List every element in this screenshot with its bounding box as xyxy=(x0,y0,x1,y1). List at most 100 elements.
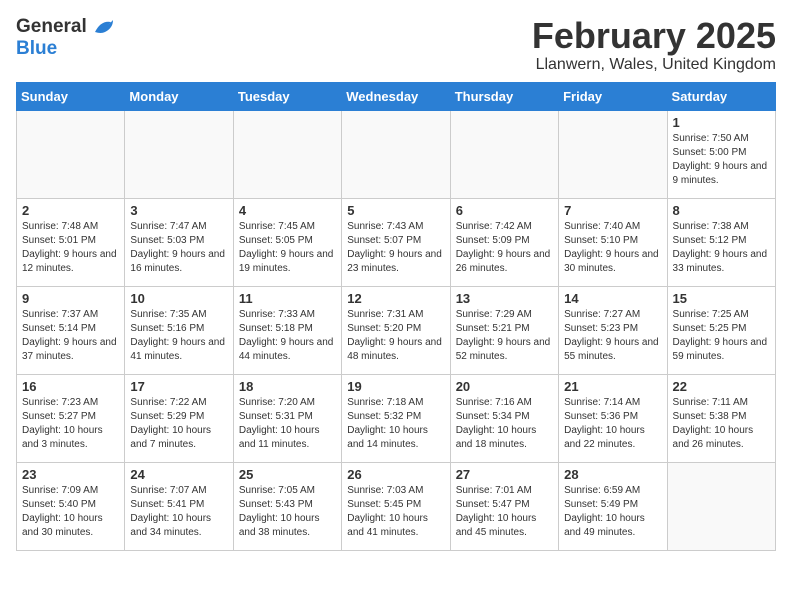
week-row-2: 2 Sunrise: 7:48 AM Sunset: 5:01 PM Daylig… xyxy=(17,198,776,286)
calendar-cell: 3Sunrise: 7:47 AM Sunset: 5:03 PM Daylig… xyxy=(125,198,233,286)
day-number: 4 xyxy=(239,203,336,218)
calendar-cell xyxy=(342,110,450,198)
calendar-cell: 20Sunrise: 7:16 AM Sunset: 5:34 PM Dayli… xyxy=(450,374,558,462)
day-info: Sunrise: 7:48 AM Sunset: 5:01 PM Dayligh… xyxy=(22,220,119,276)
day-info: Sunrise: 7:25 AM Sunset: 5:25 PM Dayligh… xyxy=(673,308,770,364)
logo: General Blue xyxy=(16,16,115,60)
calendar-cell: 15 Sunrise: 7:25 AM Sunset: 5:25 PM Dayli… xyxy=(667,286,775,374)
day-info: Sunrise: 7:09 AM Sunset: 5:40 PM Dayligh… xyxy=(22,484,119,540)
calendar-cell: 17 Sunrise: 7:22 AM Sunset: 5:29 PM Dayli… xyxy=(125,374,233,462)
day-number: 1 xyxy=(673,115,770,130)
calendar-cell: 12 Sunrise: 7:31 AM Sunset: 5:20 PM Dayli… xyxy=(342,286,450,374)
day-info: Sunrise: 7:27 AM Sunset: 5:23 PM Dayligh… xyxy=(564,308,661,364)
calendar-header-row: SundayMondayTuesdayWednesdayThursdayFrid… xyxy=(17,82,776,110)
logo-blue-text: Blue xyxy=(16,38,115,60)
day-info: Sunrise: 7:20 AM Sunset: 5:31 PM Dayligh… xyxy=(239,396,336,452)
calendar-cell xyxy=(559,110,667,198)
day-info: Sunrise: 7:45 AM Sunset: 5:05 PM Dayligh… xyxy=(239,220,336,276)
day-info: Sunrise: 7:43 AM Sunset: 5:07 PM Dayligh… xyxy=(347,220,444,276)
day-info: Sunrise: 7:11 AM Sunset: 5:38 PM Dayligh… xyxy=(673,396,770,452)
week-row-3: 9 Sunrise: 7:37 AM Sunset: 5:14 PM Daylig… xyxy=(17,286,776,374)
calendar-cell: 10 Sunrise: 7:35 AM Sunset: 5:16 PM Dayli… xyxy=(125,286,233,374)
calendar-cell: 25 Sunrise: 7:05 AM Sunset: 5:43 PM Dayli… xyxy=(233,462,341,550)
page-header: General Blue February 2025 Llanwern, Wal… xyxy=(16,16,776,74)
calendar-cell: 13Sunrise: 7:29 AM Sunset: 5:21 PM Dayli… xyxy=(450,286,558,374)
day-number: 26 xyxy=(347,467,444,482)
day-number: 17 xyxy=(130,379,227,394)
day-info: Sunrise: 6:59 AM Sunset: 5:49 PM Dayligh… xyxy=(564,484,661,540)
day-number: 10 xyxy=(130,291,227,306)
day-number: 12 xyxy=(347,291,444,306)
day-info: Sunrise: 7:31 AM Sunset: 5:20 PM Dayligh… xyxy=(347,308,444,364)
day-info: Sunrise: 7:18 AM Sunset: 5:32 PM Dayligh… xyxy=(347,396,444,452)
logo-bird-icon xyxy=(93,18,115,36)
calendar-cell: 28Sunrise: 6:59 AM Sunset: 5:49 PM Dayli… xyxy=(559,462,667,550)
calendar-cell: 7 Sunrise: 7:40 AM Sunset: 5:10 PM Daylig… xyxy=(559,198,667,286)
calendar-cell: 8 Sunrise: 7:38 AM Sunset: 5:12 PM Daylig… xyxy=(667,198,775,286)
day-info: Sunrise: 7:42 AM Sunset: 5:09 PM Dayligh… xyxy=(456,220,553,276)
day-number: 27 xyxy=(456,467,553,482)
calendar-cell: 2 Sunrise: 7:48 AM Sunset: 5:01 PM Daylig… xyxy=(17,198,125,286)
location: Llanwern, Wales, United Kingdom xyxy=(532,56,776,74)
day-info: Sunrise: 7:14 AM Sunset: 5:36 PM Dayligh… xyxy=(564,396,661,452)
day-info: Sunrise: 7:01 AM Sunset: 5:47 PM Dayligh… xyxy=(456,484,553,540)
calendar-cell: 5 Sunrise: 7:43 AM Sunset: 5:07 PM Daylig… xyxy=(342,198,450,286)
calendar-cell xyxy=(17,110,125,198)
day-number: 11 xyxy=(239,291,336,306)
weekday-header-friday: Friday xyxy=(559,82,667,110)
weekday-header-wednesday: Wednesday xyxy=(342,82,450,110)
day-number: 20 xyxy=(456,379,553,394)
day-info: Sunrise: 7:05 AM Sunset: 5:43 PM Dayligh… xyxy=(239,484,336,540)
calendar-cell: 18Sunrise: 7:20 AM Sunset: 5:31 PM Dayli… xyxy=(233,374,341,462)
day-number: 22 xyxy=(673,379,770,394)
day-info: Sunrise: 7:50 AM Sunset: 5:00 PM Dayligh… xyxy=(673,132,770,188)
calendar-cell: 19 Sunrise: 7:18 AM Sunset: 5:32 PM Dayli… xyxy=(342,374,450,462)
day-info: Sunrise: 7:22 AM Sunset: 5:29 PM Dayligh… xyxy=(130,396,227,452)
day-number: 2 xyxy=(22,203,119,218)
day-number: 5 xyxy=(347,203,444,218)
calendar-cell: 14 Sunrise: 7:27 AM Sunset: 5:23 PM Dayli… xyxy=(559,286,667,374)
calendar-cell: 26 Sunrise: 7:03 AM Sunset: 5:45 PM Dayli… xyxy=(342,462,450,550)
day-number: 14 xyxy=(564,291,661,306)
weekday-header-monday: Monday xyxy=(125,82,233,110)
day-number: 15 xyxy=(673,291,770,306)
day-info: Sunrise: 7:38 AM Sunset: 5:12 PM Dayligh… xyxy=(673,220,770,276)
week-row-5: 23 Sunrise: 7:09 AM Sunset: 5:40 PM Dayli… xyxy=(17,462,776,550)
day-info: Sunrise: 7:40 AM Sunset: 5:10 PM Dayligh… xyxy=(564,220,661,276)
day-number: 21 xyxy=(564,379,661,394)
calendar-cell: 1 Sunrise: 7:50 AM Sunset: 5:00 PM Daylig… xyxy=(667,110,775,198)
weekday-header-thursday: Thursday xyxy=(450,82,558,110)
day-number: 24 xyxy=(130,467,227,482)
day-number: 16 xyxy=(22,379,119,394)
calendar-table: SundayMondayTuesdayWednesdayThursdayFrid… xyxy=(16,82,776,551)
calendar-cell: 22 Sunrise: 7:11 AM Sunset: 5:38 PM Dayli… xyxy=(667,374,775,462)
day-info: Sunrise: 7:03 AM Sunset: 5:45 PM Dayligh… xyxy=(347,484,444,540)
day-number: 6 xyxy=(456,203,553,218)
calendar-cell: 23 Sunrise: 7:09 AM Sunset: 5:40 PM Dayli… xyxy=(17,462,125,550)
calendar-cell xyxy=(125,110,233,198)
title-area: February 2025 Llanwern, Wales, United Ki… xyxy=(532,16,776,74)
day-number: 25 xyxy=(239,467,336,482)
weekday-header-tuesday: Tuesday xyxy=(233,82,341,110)
day-number: 19 xyxy=(347,379,444,394)
day-info: Sunrise: 7:23 AM Sunset: 5:27 PM Dayligh… xyxy=(22,396,119,452)
day-number: 23 xyxy=(22,467,119,482)
day-number: 8 xyxy=(673,203,770,218)
day-info: Sunrise: 7:07 AM Sunset: 5:41 PM Dayligh… xyxy=(130,484,227,540)
calendar-cell: 6 Sunrise: 7:42 AM Sunset: 5:09 PM Daylig… xyxy=(450,198,558,286)
calendar-cell xyxy=(450,110,558,198)
day-info: Sunrise: 7:37 AM Sunset: 5:14 PM Dayligh… xyxy=(22,308,119,364)
day-info: Sunrise: 7:47 AM Sunset: 5:03 PM Dayligh… xyxy=(130,220,227,276)
day-info: Sunrise: 7:35 AM Sunset: 5:16 PM Dayligh… xyxy=(130,308,227,364)
calendar-cell xyxy=(233,110,341,198)
calendar-cell: 24 Sunrise: 7:07 AM Sunset: 5:41 PM Dayli… xyxy=(125,462,233,550)
day-number: 9 xyxy=(22,291,119,306)
day-number: 13 xyxy=(456,291,553,306)
calendar-cell xyxy=(667,462,775,550)
calendar-cell: 4 Sunrise: 7:45 AM Sunset: 5:05 PM Daylig… xyxy=(233,198,341,286)
calendar-cell: 11Sunrise: 7:33 AM Sunset: 5:18 PM Dayli… xyxy=(233,286,341,374)
calendar-cell: 27 Sunrise: 7:01 AM Sunset: 5:47 PM Dayli… xyxy=(450,462,558,550)
calendar-cell: 9 Sunrise: 7:37 AM Sunset: 5:14 PM Daylig… xyxy=(17,286,125,374)
logo-text: General xyxy=(16,16,115,38)
day-number: 7 xyxy=(564,203,661,218)
